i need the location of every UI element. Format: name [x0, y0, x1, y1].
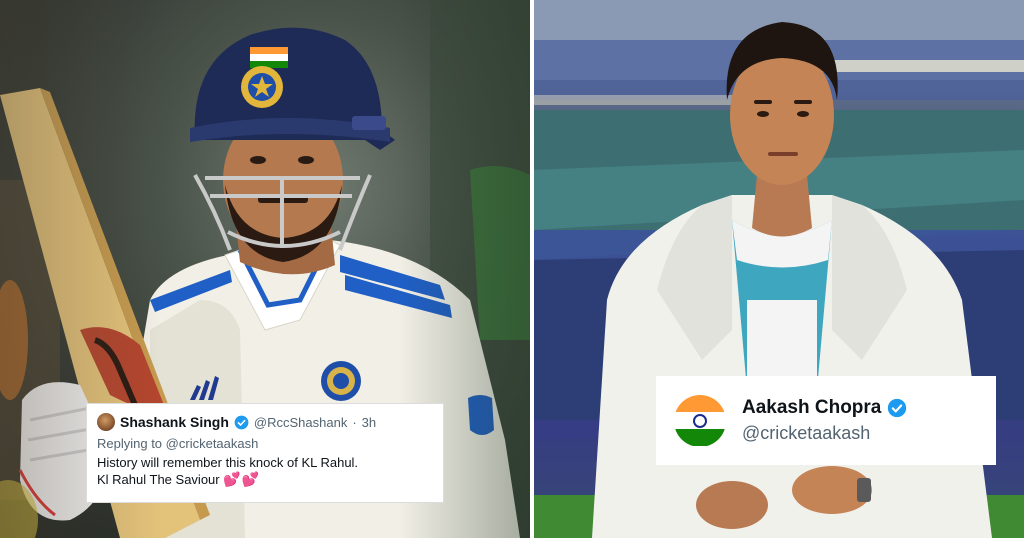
tweet-line-2: Kl Rahul The Saviour 💕💕	[97, 471, 433, 488]
profile-avatar-flag[interactable]	[674, 394, 726, 447]
tweet-line-2-text: Kl Rahul The Saviour	[97, 472, 220, 487]
tweet-body: History will remember this knock of KL R…	[97, 454, 433, 488]
verified-badge-icon	[888, 398, 907, 418]
ashoka-chakra-icon	[693, 413, 707, 428]
tweet-author-handle[interactable]: @RccShashank	[254, 415, 347, 430]
profile-card: Aakash Chopra @cricketaakash	[656, 376, 996, 465]
tweet-card: Shashank Singh @RccShashank · 3h Replyin…	[86, 403, 444, 503]
profile-text: Aakash Chopra @cricketaakash	[742, 397, 907, 444]
profile-handle[interactable]: @cricketaakash	[742, 423, 907, 444]
tweet-timestamp[interactable]: 3h	[362, 415, 376, 430]
reply-prefix: Replying to	[97, 436, 163, 451]
tweet-header: Shashank Singh @RccShashank · 3h	[97, 412, 433, 432]
tweet-line-1: History will remember this knock of KL R…	[97, 455, 359, 470]
profile-name[interactable]: Aakash Chopra	[742, 397, 881, 419]
hearts-emoji: 💕💕	[223, 471, 261, 487]
tweet-author-name[interactable]: Shashank Singh	[120, 414, 229, 430]
composite-image: Shashank Singh @RccShashank · 3h Replyin…	[0, 0, 1024, 538]
tweet-avatar[interactable]	[97, 413, 115, 431]
verified-badge-icon	[234, 415, 249, 429]
tweet-reply-context: Replying to @cricketaakash	[97, 436, 433, 451]
image-divider	[530, 0, 534, 538]
tweet-separator: ·	[352, 414, 357, 430]
reply-to-handle[interactable]: @cricketaakash	[166, 436, 259, 451]
